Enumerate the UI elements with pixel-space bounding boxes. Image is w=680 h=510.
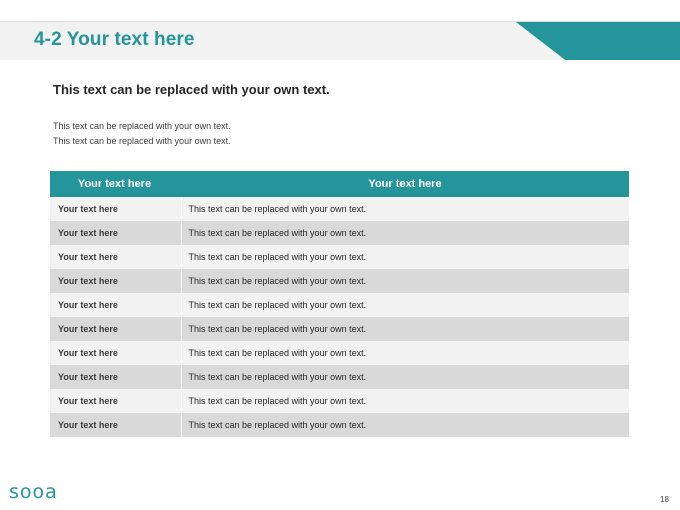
table-cell-label: Your text here <box>50 389 181 413</box>
brand-logo: sooa <box>9 481 58 503</box>
body-text: This text can be replaced with your own … <box>53 119 231 149</box>
table-cell-text: This text can be replaced with your own … <box>180 221 629 245</box>
table-cell-text: This text can be replaced with your own … <box>180 245 629 269</box>
body-line: This text can be replaced with your own … <box>53 121 231 131</box>
table-row: Your text here This text can be replaced… <box>50 245 629 269</box>
table-cell-label: Your text here <box>50 245 181 269</box>
table-cell-label: Your text here <box>50 293 181 317</box>
table-row: Your text here This text can be replaced… <box>50 413 629 437</box>
body-line: This text can be replaced with your own … <box>53 136 231 146</box>
table-header-row: Your text here Your text here <box>50 171 629 197</box>
table-cell-text: This text can be replaced with your own … <box>180 269 629 293</box>
table-row: Your text here This text can be replaced… <box>50 197 629 221</box>
subheading: This text can be replaced with your own … <box>53 82 330 97</box>
table-cell-text: This text can be replaced with your own … <box>180 293 629 317</box>
table-cell-label: Your text here <box>50 365 181 389</box>
page-title: 4-2 Your text here <box>34 29 195 50</box>
data-table: Your text here Your text here Your text … <box>50 171 629 437</box>
table-row: Your text here This text can be replaced… <box>50 389 629 413</box>
table-row: Your text here This text can be replaced… <box>50 293 629 317</box>
table-cell-label: Your text here <box>50 221 181 245</box>
table-row: Your text here This text can be replaced… <box>50 317 629 341</box>
table-cell-text: This text can be replaced with your own … <box>180 389 629 413</box>
table-cell-text: This text can be replaced with your own … <box>180 365 629 389</box>
table-row: Your text here This text can be replaced… <box>50 221 629 245</box>
table-cell-text: This text can be replaced with your own … <box>180 413 629 437</box>
table-cell-label: Your text here <box>50 341 181 365</box>
table-cell-text: This text can be replaced with your own … <box>180 341 629 365</box>
table-row: Your text here This text can be replaced… <box>50 341 629 365</box>
table-cell-text: This text can be replaced with your own … <box>180 317 629 341</box>
table-cell-label: Your text here <box>50 269 181 293</box>
table-row: Your text here This text can be replaced… <box>50 365 629 389</box>
table-cell-text: This text can be replaced with your own … <box>180 197 629 221</box>
table-cell-label: Your text here <box>50 197 181 221</box>
table-header-cell: Your text here <box>50 171 181 197</box>
table-cell-label: Your text here <box>50 317 181 341</box>
table-row: Your text here This text can be replaced… <box>50 269 629 293</box>
page-number: 18 <box>660 495 669 504</box>
table-header-cell: Your text here <box>181 171 629 197</box>
table-cell-label: Your text here <box>50 413 181 437</box>
